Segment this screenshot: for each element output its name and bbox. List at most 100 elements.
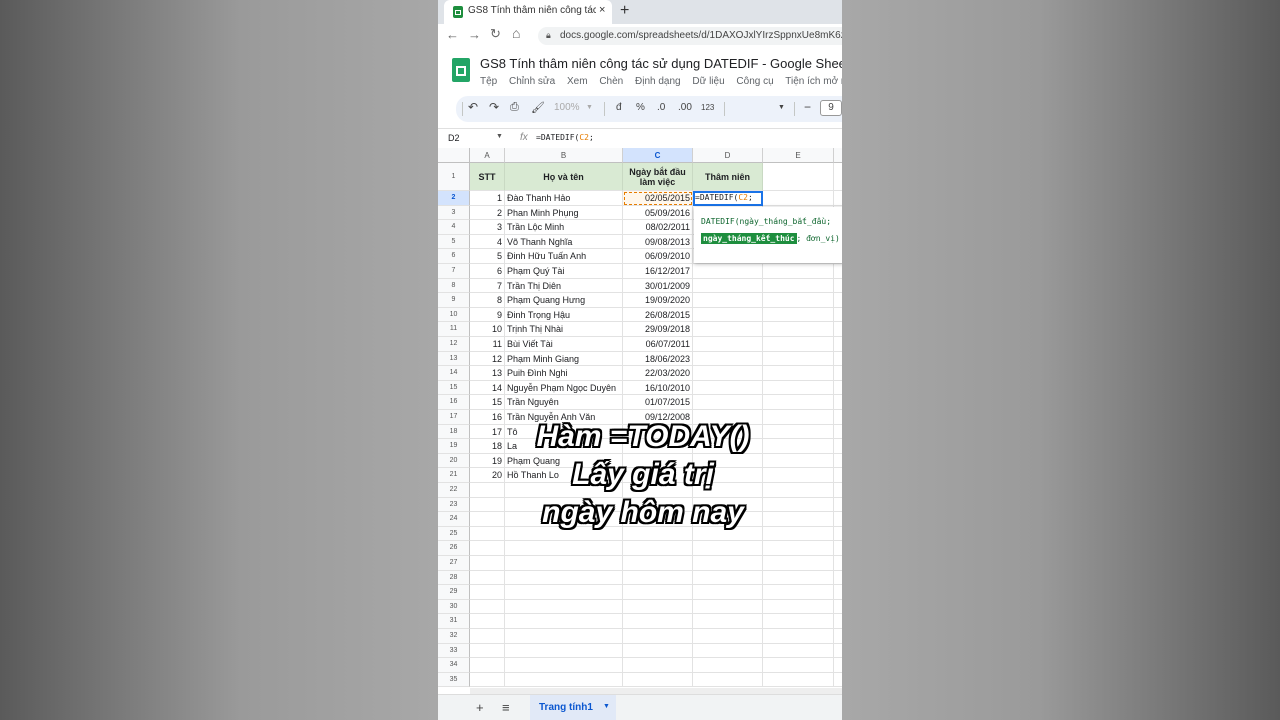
cell[interactable] (763, 672, 834, 688)
cell[interactable] (693, 672, 763, 688)
row-header[interactable]: 11 (438, 322, 470, 337)
row-header[interactable]: 27 (438, 556, 470, 571)
row-header[interactable]: 26 (438, 541, 470, 556)
cell[interactable] (470, 483, 505, 498)
cell[interactable] (763, 191, 834, 206)
cell[interactable] (623, 541, 693, 556)
close-tab-icon[interactable]: × (599, 4, 605, 16)
cell[interactable] (693, 264, 763, 279)
name-box-chevron-down-icon[interactable]: ▼ (496, 133, 503, 140)
cell[interactable] (505, 629, 623, 644)
row-header[interactable]: 16 (438, 395, 470, 410)
cell[interactable] (834, 163, 842, 191)
start-date-cell[interactable]: 18/06/2023 (623, 351, 693, 367)
cell[interactable] (763, 395, 834, 410)
cell[interactable] (623, 629, 693, 644)
name-cell[interactable]: Đào Thanh Hảo (505, 191, 623, 206)
cell[interactable] (763, 599, 834, 615)
cell[interactable] (623, 585, 693, 600)
new-tab-button[interactable]: + (620, 2, 629, 20)
cell[interactable] (763, 337, 834, 352)
cell[interactable] (693, 395, 763, 410)
cell[interactable] (834, 468, 842, 483)
column-header[interactable]: A (470, 148, 505, 163)
decrease-decimal-button[interactable]: .0 (657, 102, 665, 113)
cell[interactable] (834, 410, 842, 425)
start-date-cell[interactable]: 08/02/2011 (623, 220, 693, 235)
cell[interactable] (623, 672, 693, 688)
name-cell[interactable]: Trần Nguyên (505, 395, 623, 410)
cell[interactable] (763, 278, 834, 294)
cell[interactable] (693, 322, 763, 337)
cell[interactable] (763, 424, 834, 440)
cell[interactable] (763, 351, 834, 367)
cell[interactable] (834, 395, 842, 410)
cell[interactable] (763, 410, 834, 425)
font-size-field[interactable]: 9 (820, 100, 842, 116)
stt-cell[interactable]: 5 (470, 249, 505, 264)
cell[interactable] (505, 570, 623, 586)
add-sheet-button[interactable]: + (476, 700, 484, 715)
font-chevron-down-icon[interactable]: ▼ (778, 104, 785, 111)
row-header[interactable]: 21 (438, 468, 470, 483)
stt-cell[interactable]: 17 (470, 424, 505, 440)
name-cell[interactable]: Puih Đình Nghi (505, 366, 623, 381)
start-date-cell[interactable]: 16/10/2010 (623, 380, 693, 396)
name-cell[interactable]: Đinh Trọng Hậu (505, 307, 623, 323)
cell[interactable] (763, 658, 834, 673)
row-header[interactable]: 33 (438, 643, 470, 659)
cell[interactable] (470, 585, 505, 600)
cell[interactable] (763, 585, 834, 600)
cell[interactable] (834, 352, 842, 367)
stt-cell[interactable]: 6 (470, 264, 505, 279)
row-header[interactable]: 6 (438, 249, 470, 264)
row-header[interactable]: 24 (438, 512, 470, 527)
row-header[interactable]: 18 (438, 424, 470, 440)
cell[interactable] (470, 672, 505, 688)
name-cell[interactable]: Bùi Viết Tài (505, 337, 623, 352)
cell[interactable] (834, 439, 842, 454)
cell[interactable] (470, 658, 505, 673)
cell[interactable] (505, 585, 623, 600)
cell[interactable] (623, 599, 693, 615)
stt-cell[interactable]: 12 (470, 351, 505, 367)
cell[interactable] (505, 541, 623, 556)
start-date-cell[interactable]: 16/12/2017 (623, 264, 693, 279)
cell[interactable] (470, 526, 505, 542)
row-header[interactable]: 9 (438, 293, 470, 308)
cell[interactable] (834, 527, 842, 542)
stt-cell[interactable]: 4 (470, 234, 505, 250)
cell[interactable] (693, 629, 763, 644)
stt-cell[interactable]: 8 (470, 293, 505, 308)
row-header[interactable]: 17 (438, 410, 470, 425)
increase-decimal-button[interactable]: .00 (678, 102, 692, 113)
cell[interactable] (834, 381, 842, 396)
cell[interactable] (763, 643, 834, 659)
more-formats-button[interactable]: 123 (701, 103, 714, 112)
cell[interactable] (834, 585, 842, 600)
cell[interactable] (693, 278, 763, 294)
cell[interactable] (470, 614, 505, 629)
cell[interactable] (834, 425, 842, 440)
cell[interactable] (834, 614, 842, 629)
menu-format[interactable]: Định dạng (635, 76, 681, 87)
row-header[interactable]: 30 (438, 599, 470, 615)
cell[interactable] (470, 556, 505, 571)
cell[interactable] (693, 585, 763, 600)
browser-tab[interactable]: GS8 Tính thâm niên công tác sử × (444, 0, 612, 24)
cell[interactable] (693, 614, 763, 629)
cell[interactable] (834, 541, 842, 556)
column-header[interactable]: E (763, 148, 834, 163)
menu-data[interactable]: Dữ liệu (692, 76, 724, 87)
cell[interactable] (763, 497, 834, 513)
row-header[interactable]: 1 (438, 163, 470, 191)
row-header[interactable]: 22 (438, 483, 470, 498)
name-cell[interactable]: Đinh Hữu Tuấn Anh (505, 249, 623, 264)
row-header[interactable]: 15 (438, 380, 470, 396)
reload-icon[interactable]: ↻ (490, 26, 501, 42)
cell[interactable] (834, 658, 842, 673)
sheet-tab-chevron-down-icon[interactable]: ▼ (603, 703, 610, 710)
cell[interactable] (693, 541, 763, 556)
cell[interactable] (763, 163, 834, 191)
cell[interactable] (505, 643, 623, 659)
